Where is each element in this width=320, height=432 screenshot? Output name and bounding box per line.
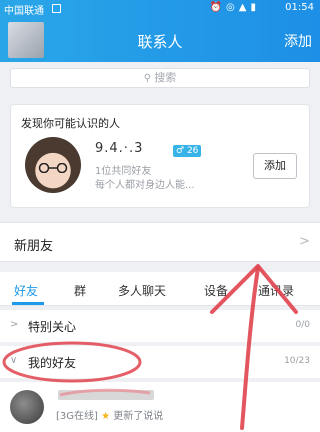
status-icons: ⏰◎▲▮ (210, 2, 260, 13)
group-count: 0/0 (295, 320, 310, 330)
search-input[interactable]: ⚲ 搜索 (10, 68, 310, 88)
contact-name-redacted (58, 390, 154, 400)
search-bar: ⚲ 搜索 (0, 62, 320, 94)
group-count: 10/23 (284, 356, 310, 366)
add-friend-button[interactable]: 添加 (253, 153, 297, 179)
mutual-friends: 1位共同好友 (95, 166, 152, 177)
status-tag: [3G在线] (56, 411, 98, 422)
mute-icon: ◎ (226, 2, 239, 13)
chevron-down-icon: ∨ (10, 355, 18, 366)
level-badge: ♂ 26 (173, 145, 202, 157)
chevron-right-icon: > (10, 319, 19, 330)
new-friends-row[interactable]: 新朋友 > (0, 222, 320, 262)
active-tab-indicator (12, 302, 44, 305)
people-you-may-know-card: 发现你可能认识的人 9.4.·.3 ♂ 26 1位共同好友 每个人都对身边人能.… (10, 104, 310, 208)
group-special-care[interactable]: > 特别关心 0/0 (0, 310, 320, 342)
tab-groups[interactable]: 群 (74, 282, 86, 299)
suggested-tagline: 每个人都对身边人能... (95, 180, 195, 191)
new-friends-label: 新朋友 (14, 239, 54, 254)
tab-address-book[interactable]: 通讯录 (258, 282, 294, 299)
contact-avatar (10, 390, 44, 424)
suggested-avatar[interactable] (25, 137, 81, 193)
group-my-friends[interactable]: ∨ 我的好友 10/23 (0, 346, 320, 378)
contact-status: [3G在线] ★ 更新了说说 (56, 407, 163, 422)
tab-devices[interactable]: 设备 (204, 282, 228, 299)
group-label: 我的好友 (28, 356, 77, 370)
card-heading: 发现你可能认识的人 (21, 117, 120, 130)
status-bar: 中国联通 ⏰◎▲▮ 01:54 (0, 0, 320, 18)
star-icon: ★ (101, 411, 111, 422)
suggested-name[interactable]: 9.4.·.3 (95, 141, 143, 156)
add-contact-button[interactable]: 添加 (284, 31, 312, 51)
page-title: 联系人 (137, 33, 183, 51)
chevron-right-icon: > (299, 234, 310, 249)
tab-multichat[interactable]: 多人聊天 (118, 282, 166, 299)
search-placeholder: 搜索 (154, 71, 177, 84)
search-icon: ⚲ (143, 73, 155, 84)
contact-tabs: 好友 群 多人聊天 设备 通讯录 (0, 272, 320, 306)
title-bar: 联系人 添加 (0, 18, 320, 62)
battery-icon: ▮ (250, 2, 260, 13)
sim-icon (52, 4, 61, 13)
alarm-icon: ⏰ (209, 2, 227, 13)
level-icon: ♂ (176, 146, 187, 156)
signal-icon: ▲ (238, 2, 251, 13)
carrier-label: 中国联通 (4, 6, 44, 17)
clock: 01:54 (285, 2, 314, 13)
tab-friends[interactable]: 好友 (14, 282, 38, 299)
glasses-graphic (38, 163, 68, 173)
status-text: 更新了说说 (113, 411, 164, 422)
contact-row[interactable]: [3G在线] ★ 更新了说说 (0, 382, 320, 432)
level-value: 26 (186, 146, 199, 156)
group-label: 特别关心 (28, 320, 77, 334)
